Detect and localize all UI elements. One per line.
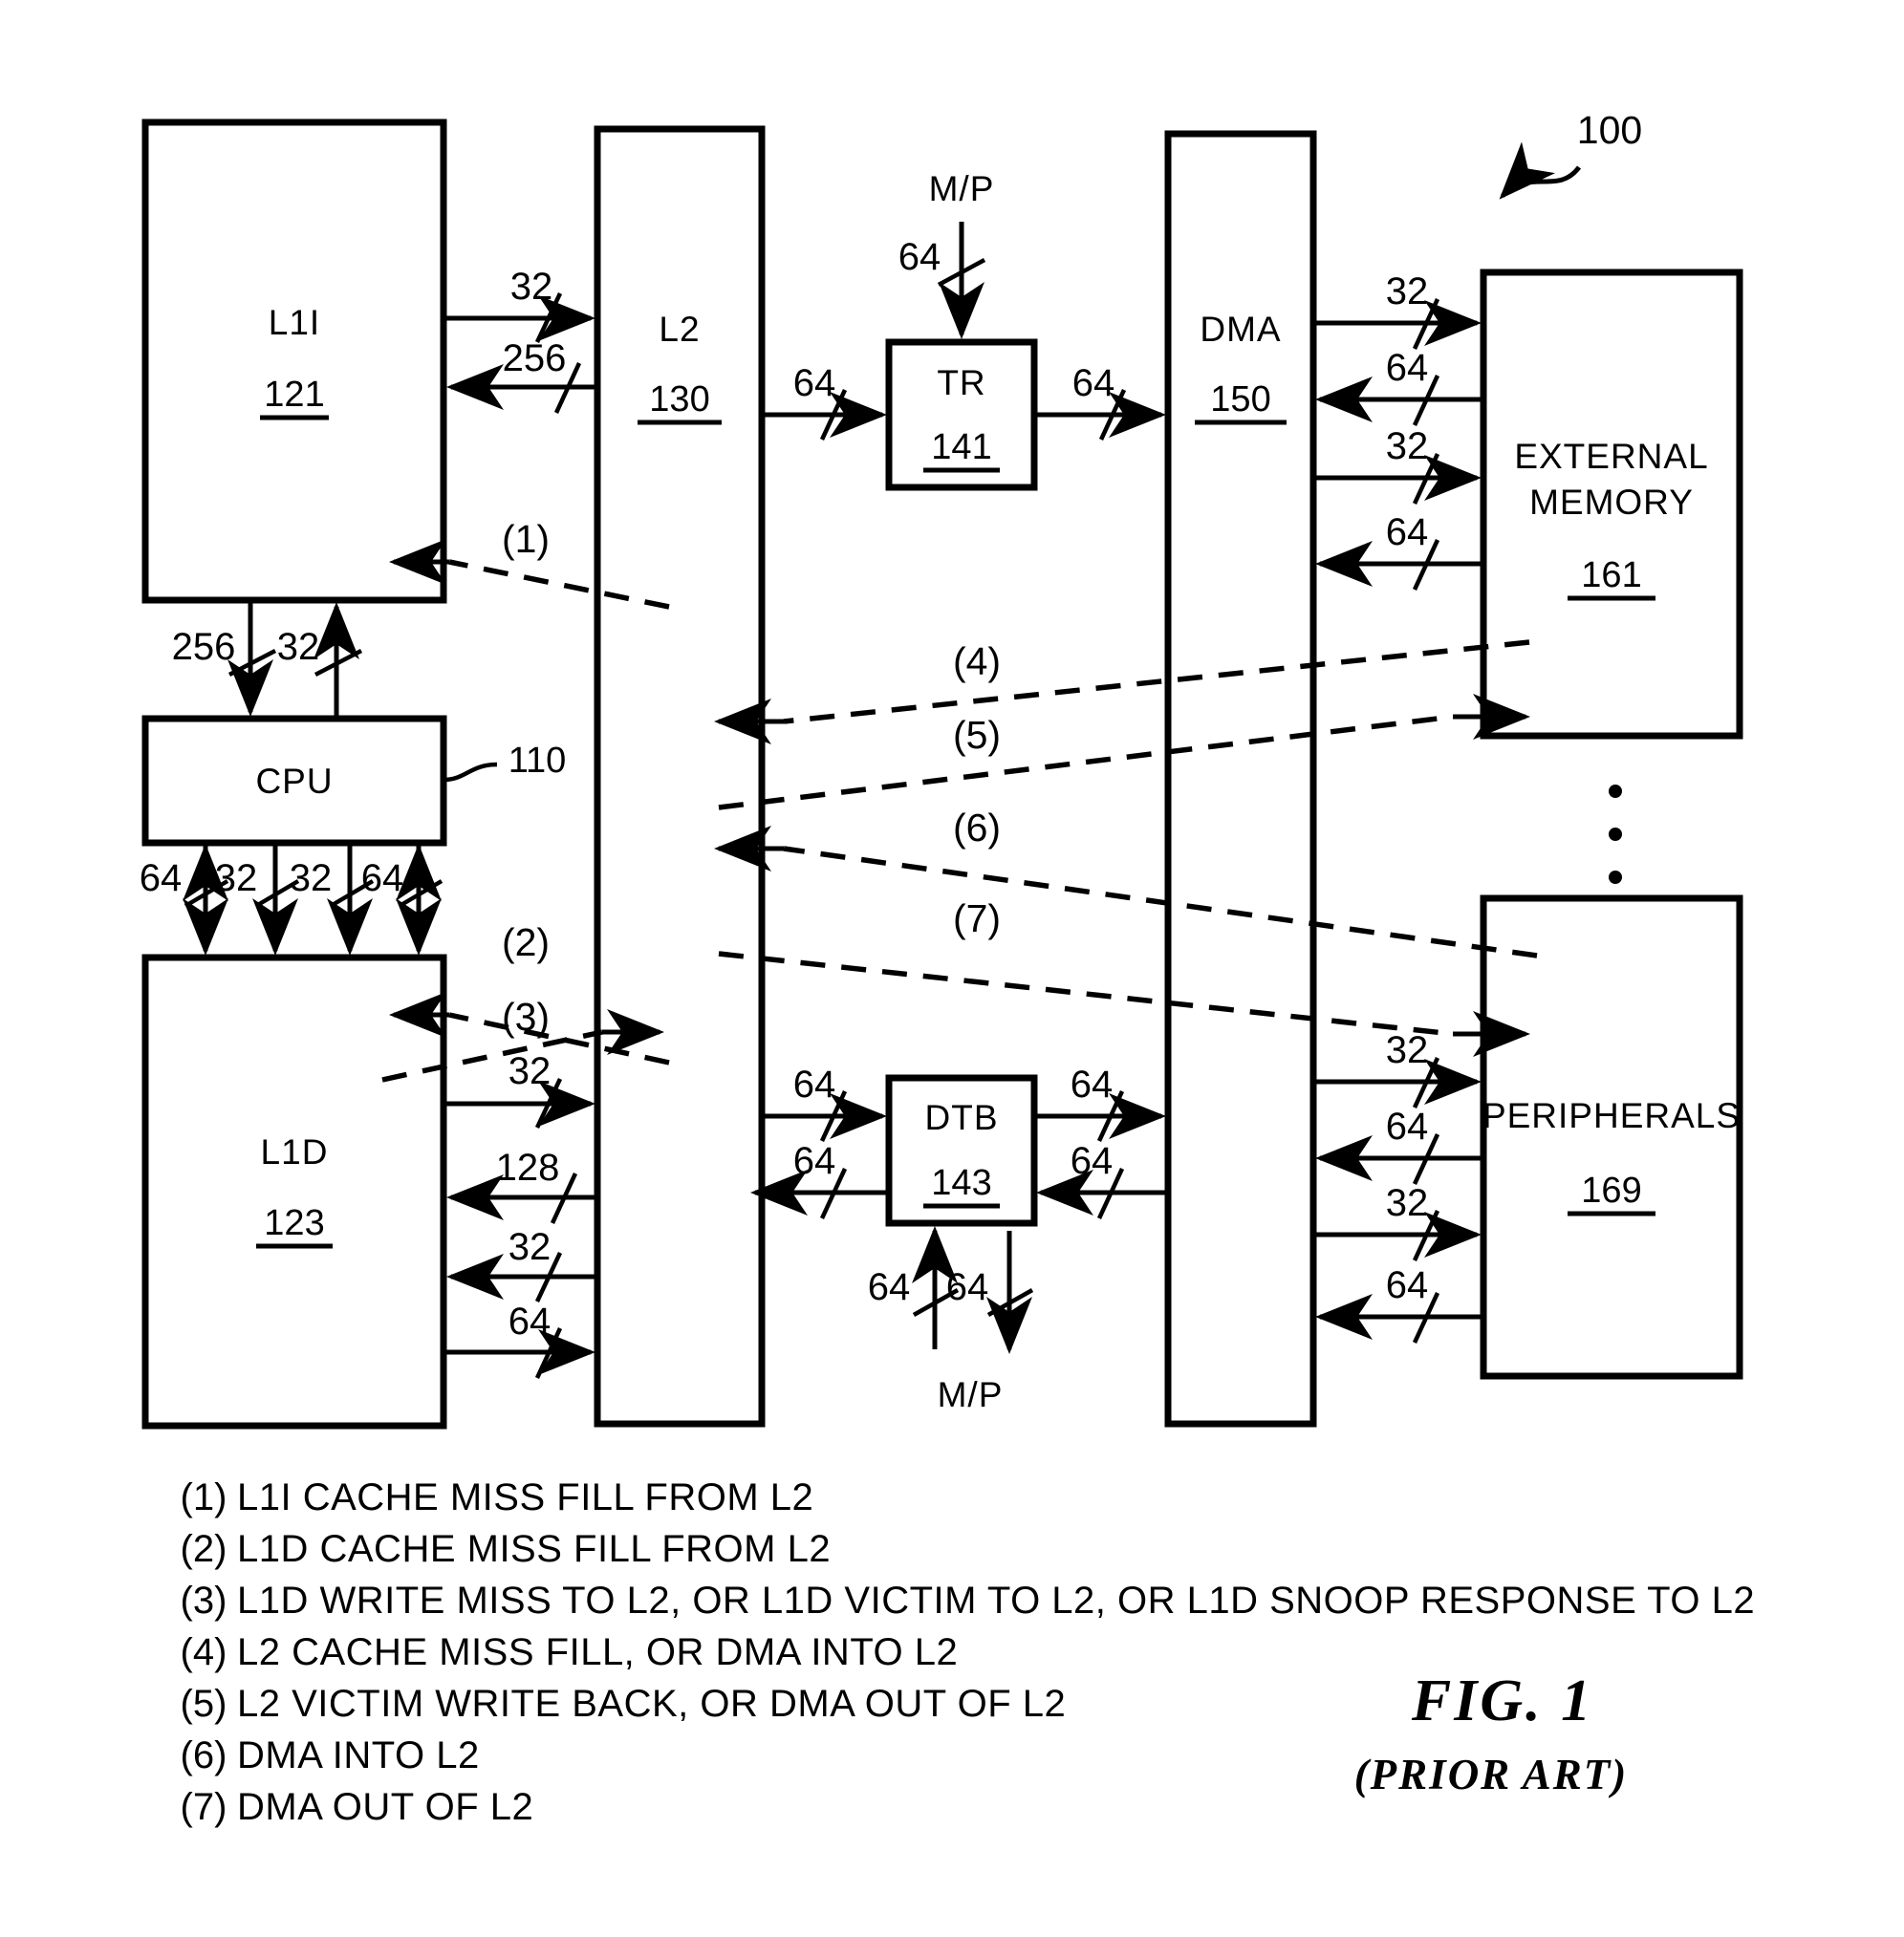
bus-l2-to-l1d-32: 32 [508,1226,552,1268]
block-l1d [141,954,447,1430]
label-l1i: L1I [269,303,320,342]
ref-l1i: 121 [264,375,324,415]
bus-per-to-dma-64b: 64 [1386,1264,1429,1306]
ref-peripherals: 169 [1581,1171,1641,1211]
label-tr: TR [937,363,985,402]
bus-cpu-l1d-d: 64 [361,857,404,899]
legend-text: DMA INTO L2 [237,1734,480,1776]
bus-cpu-l1d-b: 32 [215,857,258,899]
ref-cpu: 110 [508,741,567,781]
bus-l1i-to-l2: 32 [510,266,553,308]
legend-text: L2 VICTIM WRITE BACK, OR DMA OUT OF L2 [237,1683,1066,1725]
legend-num: (7) [181,1786,227,1828]
flow-marker-4: (4) [953,639,1001,683]
flow-marker-2: (2) [502,920,550,964]
label-cpu: CPU [255,762,333,801]
bus-cpu-to-l1i: 32 [277,626,320,668]
label-tr-mp-port: M/P [929,169,995,208]
legend-text: DMA OUT OF L2 [237,1786,533,1828]
bus-dma-to-ext-32b: 32 [1386,425,1429,467]
bus-dtb-mp-out: 64 [946,1266,989,1308]
ellipsis-dot [1609,828,1622,841]
label-dtb-mp-port: M/P [938,1375,1004,1414]
patent-figure-page: L1I 121 L2 130 TR 141 DMA 150 EXTERNAL M… [0,0,1904,1937]
block-peripherals [1480,894,1743,1380]
label-dma: DMA [1200,310,1281,349]
ref-dtb: 143 [931,1163,991,1203]
figure-caption: FIG. 1 [1411,1668,1593,1733]
label-external-memory-line2: MEMORY [1529,483,1694,522]
bus-dtb-to-l2: 64 [793,1140,836,1182]
legend-num: (1) [181,1476,227,1518]
flow-marker-7: (7) [953,896,1001,940]
block-l1i [141,118,447,604]
legend-num: (4) [181,1631,227,1673]
legend-num: (5) [181,1683,227,1725]
bus-dma-to-dtb: 64 [1071,1140,1114,1182]
ref-l1d: 123 [264,1203,324,1243]
bus-cpu-l1d-a: 64 [140,857,183,899]
flow-marker-3: (3) [502,995,550,1039]
bus-l2-to-l1i: 256 [503,337,567,379]
ellipsis-dot [1609,785,1622,798]
label-l1d: L1D [261,1132,329,1172]
legend-text: L1D CACHE MISS FILL FROM L2 [237,1528,831,1570]
figure-subcaption: (PRIOR ART) [1354,1751,1629,1798]
flow-marker-6: (6) [953,806,1001,850]
ref-tr: 141 [931,427,991,467]
bus-dtb-mp-in: 64 [868,1266,911,1308]
label-peripherals: PERIPHERALS [1482,1096,1741,1135]
ref-system-100: 100 [1577,108,1642,152]
flow-marker-1: (1) [502,517,550,561]
bus-tr-mp-width: 64 [898,236,941,278]
bus-dtb-to-dma: 64 [1071,1064,1114,1106]
bus-l1i-to-cpu: 256 [172,626,236,668]
bus-ext-to-dma-64: 64 [1386,347,1429,389]
legend-text: L2 CACHE MISS FILL, OR DMA INTO L2 [237,1631,958,1673]
label-dtb: DTB [925,1098,999,1137]
legend-num: (3) [181,1580,227,1622]
label-external-memory-line1: EXTERNAL [1514,437,1708,476]
legend-text: L1D WRITE MISS TO L2, OR L1D VICTIM TO L… [237,1580,1755,1622]
ellipsis-dot [1609,871,1622,884]
legend-num: (6) [181,1734,227,1776]
bus-l1d-to-l2: 32 [508,1050,552,1092]
bus-cpu-l1d-c: 32 [290,857,333,899]
ref-external-memory: 161 [1581,555,1641,595]
bus-l2-to-l1d-128: 128 [496,1147,560,1189]
legend-num: (2) [181,1528,227,1570]
bus-dma-to-per-32: 32 [1386,1029,1429,1071]
ref-l2: 130 [649,379,709,420]
bus-tr-to-dma: 64 [1072,362,1115,404]
bus-ext-to-dma-64b: 64 [1386,511,1429,553]
flow-marker-5: (5) [953,713,1001,757]
bus-dma-to-per-32b: 32 [1386,1182,1429,1224]
bus-per-to-dma-64: 64 [1386,1106,1429,1148]
label-l2: L2 [659,310,700,349]
ref-dma: 150 [1210,379,1270,420]
bus-l1d-to-l2-64: 64 [508,1301,552,1343]
legend-text: L1I CACHE MISS FILL FROM L2 [237,1476,813,1518]
bus-l2-to-dtb: 64 [793,1064,836,1106]
bus-dma-to-ext-32: 32 [1386,270,1429,312]
bus-l2-to-tr: 64 [793,362,836,404]
block-diagram: L1I 121 L2 130 TR 141 DMA 150 EXTERNAL M… [140,108,1755,1828]
